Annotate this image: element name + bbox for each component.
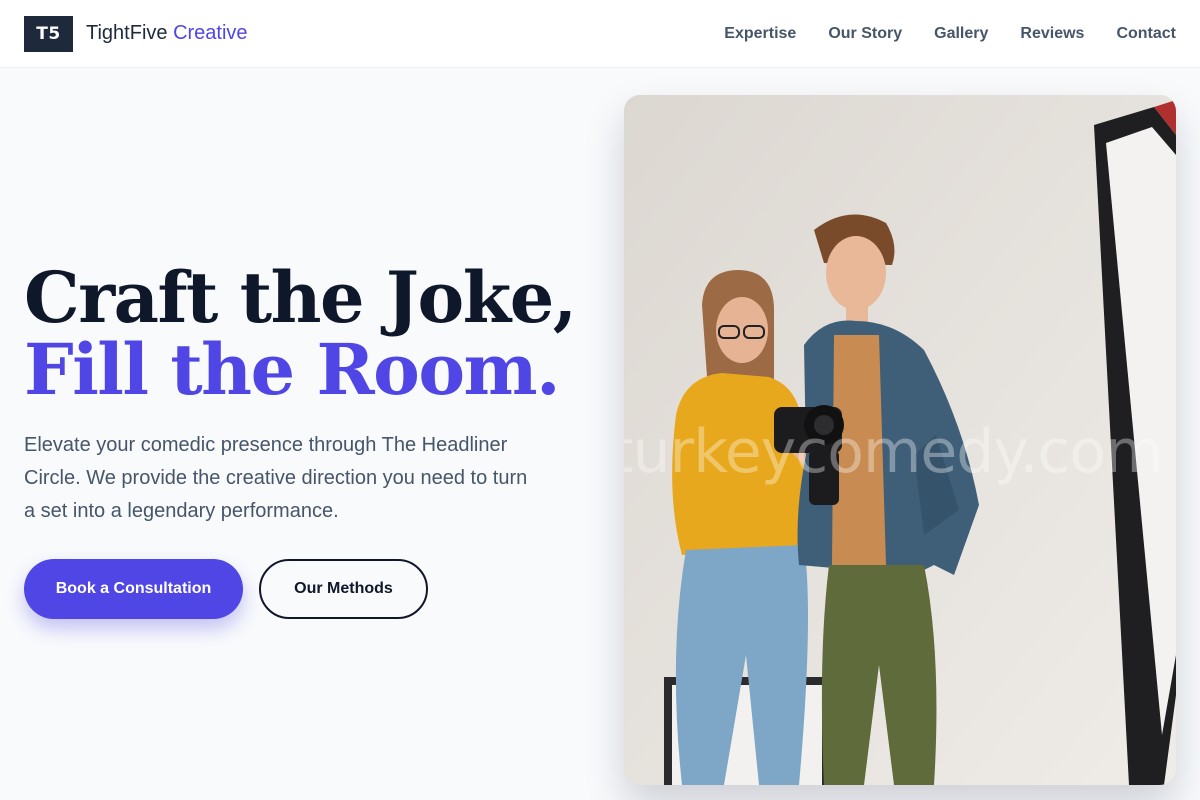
our-methods-button[interactable]: Our Methods — [259, 559, 428, 619]
hero-title: Craft the Joke, Fill the Room. — [24, 256, 577, 411]
photo-illustration — [624, 95, 1176, 785]
nav-link-our-story[interactable]: Our Story — [828, 25, 902, 43]
nav-link-expertise[interactable]: Expertise — [724, 25, 796, 43]
brand-name-main: TightFive — [86, 22, 168, 44]
nav-link-contact[interactable]: Contact — [1116, 25, 1176, 43]
book-consultation-button[interactable]: Book a Consultation — [24, 559, 243, 619]
main-nav: Expertise Our Story Gallery Reviews Cont… — [724, 25, 1176, 43]
nav-link-gallery[interactable]: Gallery — [934, 25, 988, 43]
site-header: T5 TightFive Creative Expertise Our Stor… — [0, 0, 1200, 68]
nav-link-reviews[interactable]: Reviews — [1020, 25, 1084, 43]
brand-name-accent: Creative — [173, 22, 248, 44]
hero-title-line-1: Craft the Joke, — [24, 256, 577, 339]
hero-description: Elevate your comedic presence through Th… — [24, 434, 528, 522]
hero-title-line-2: Fill the Room. — [24, 328, 560, 411]
hero-photo: turkeycomedy.com — [624, 95, 1176, 785]
logo-badge: T5 — [24, 15, 73, 52]
brand-logo[interactable]: T5 TightFive Creative — [24, 15, 248, 52]
brand-name: TightFive Creative — [86, 22, 248, 45]
